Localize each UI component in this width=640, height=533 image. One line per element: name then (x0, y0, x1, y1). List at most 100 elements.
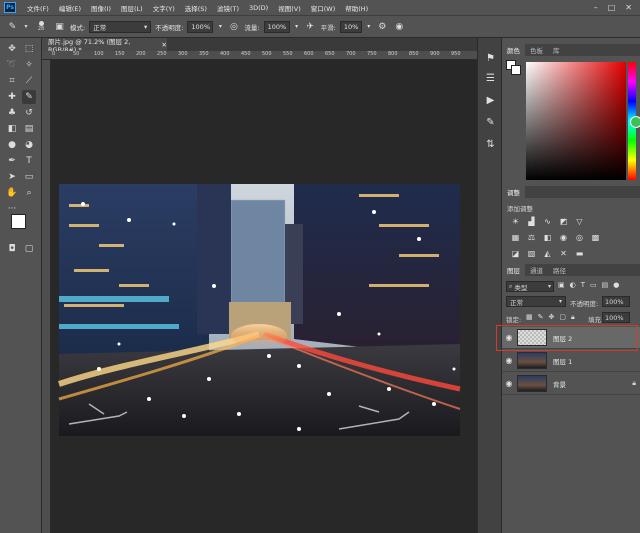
maximize-icon[interactable]: □ (608, 3, 616, 12)
layer-row-layer-1[interactable]: ◉ 图层 1 (502, 350, 640, 372)
marquee-tool-icon[interactable]: ⬚ (22, 42, 36, 56)
fill-input[interactable]: 100% (602, 312, 630, 323)
tab-layers[interactable]: 图层 (502, 264, 525, 276)
exposure-icon[interactable]: ◩ (558, 216, 569, 226)
brush-preset-picker[interactable]: 28 (33, 21, 49, 32)
close-icon[interactable]: ✕ (625, 3, 632, 12)
tab-swatches[interactable]: 色板 (525, 44, 548, 56)
chevron-down-icon[interactable]: ▾ (294, 20, 300, 33)
mode-select[interactable]: 正常 ▾ (89, 20, 152, 33)
document-tab[interactable]: 原片.jpg @ 71.2% (图层 2, RGB/8#) * ✕ (42, 38, 167, 54)
opacity-input[interactable]: 100% (187, 20, 214, 33)
tab-adjustments[interactable]: 调整 (502, 186, 525, 198)
flow-input[interactable]: 100% (263, 20, 290, 33)
chevron-down-icon[interactable]: ▾ (366, 20, 372, 33)
shape-filter-icon[interactable]: ▭ (590, 281, 597, 289)
move-tool-icon[interactable]: ✥ (5, 42, 19, 56)
eraser-tool-icon[interactable]: ◧ (5, 122, 19, 136)
foreground-color-swatch[interactable] (11, 214, 26, 229)
tab-color[interactable]: 颜色 (502, 44, 525, 56)
eye-icon[interactable]: ◉ (502, 356, 516, 365)
gear-icon[interactable]: ⚙ (376, 20, 389, 33)
blur-tool-icon[interactable]: ● (5, 138, 19, 152)
quick-mask-icon[interactable]: ◘ (5, 242, 19, 256)
posterize-icon[interactable]: ▧ (526, 248, 537, 258)
tab-libraries[interactable]: 库 (548, 44, 565, 56)
clone-stamp-tool-icon[interactable]: ♣ (5, 106, 19, 120)
pen-tool-icon[interactable]: ✒ (5, 154, 19, 168)
lock-pixels-icon[interactable]: ✎ (538, 313, 544, 322)
brush-tool-icon[interactable]: ✎ (22, 90, 36, 104)
pixel-filter-icon[interactable]: ▣ (558, 281, 565, 289)
channel-mixer-icon[interactable]: ◎ (574, 232, 585, 242)
smoothing-input[interactable]: 10% (339, 20, 362, 33)
pressure-opacity-icon[interactable]: ◎ (227, 20, 240, 33)
type-tool-icon[interactable]: T (22, 154, 36, 168)
brush-tool-icon[interactable]: ✎ (6, 20, 19, 33)
adjustments-panel-icon[interactable]: ⇅ (484, 138, 497, 151)
color-lookup-icon[interactable]: ▩ (590, 232, 601, 242)
menu-select[interactable]: 选择(S) (180, 3, 212, 13)
photo-filter-icon[interactable]: ◉ (558, 232, 569, 242)
layer-row-background[interactable]: ◉ 背景 🔒︎ (502, 373, 640, 395)
layer-name[interactable]: 图层 1 (553, 356, 572, 366)
layer-filter-select[interactable]: ⌕ 类型 ▾ (506, 281, 554, 292)
screen-mode-icon[interactable]: ▢ (22, 242, 36, 256)
tab-paths[interactable]: 路径 (548, 264, 571, 276)
document-canvas[interactable] (51, 60, 477, 533)
menu-filter[interactable]: 滤镜(T) (212, 3, 244, 13)
close-icon[interactable]: ✕ (162, 41, 167, 49)
menu-edit[interactable]: 编辑(E) (54, 3, 86, 13)
menu-image[interactable]: 图像(I) (86, 3, 116, 13)
layer-opacity-input[interactable]: 100% (602, 296, 630, 307)
menu-type[interactable]: 文字(Y) (148, 3, 180, 13)
brush-panel-icon[interactable]: ✎ (484, 116, 497, 129)
zoom-tool-icon[interactable]: ⌕ (22, 186, 36, 200)
canvas-area[interactable] (51, 60, 477, 533)
menu-help[interactable]: 帮助(H) (340, 3, 373, 13)
eyedropper-tool-icon[interactable]: ⟋ (22, 74, 36, 88)
healing-brush-tool-icon[interactable]: ✚ (5, 90, 19, 104)
menu-window[interactable]: 窗口(W) (306, 3, 341, 13)
curves-icon[interactable]: ∿ (542, 216, 553, 226)
artboard-lock-icon[interactable]: ▢ (559, 313, 566, 322)
chevron-down-icon[interactable]: ▾ (217, 20, 223, 33)
lock-position-icon[interactable]: ✥ (549, 313, 555, 322)
brightness-icon[interactable]: ☀ (510, 216, 521, 226)
layer-name[interactable]: 背景 (553, 379, 566, 389)
airbrush-icon[interactable]: ✈ (304, 20, 317, 33)
crop-tool-icon[interactable]: ⌗ (5, 74, 19, 88)
black-white-icon[interactable]: ◧ (542, 232, 553, 242)
pressure-size-icon[interactable]: ◉ (393, 20, 406, 33)
dodge-tool-icon[interactable]: ◕ (22, 138, 36, 152)
menu-3d[interactable]: 3D(D) (244, 4, 273, 12)
threshold-icon[interactable]: ◭ (542, 248, 553, 258)
hand-tool-icon[interactable]: ✋ (5, 186, 19, 200)
history-panel-icon[interactable]: ⚑ (484, 52, 497, 65)
lock-transparency-icon[interactable]: ▦ (526, 313, 533, 322)
hue-saturation-icon[interactable]: ▦ (510, 232, 521, 242)
adjustment-filter-icon[interactable]: ◐ (570, 281, 576, 289)
gradient-map-icon[interactable]: ▬ (574, 248, 585, 258)
vibrance-icon[interactable]: ▽ (574, 216, 585, 226)
history-brush-tool-icon[interactable]: ↺ (22, 106, 36, 120)
magic-wand-tool-icon[interactable]: ✧ (22, 58, 36, 72)
lasso-tool-icon[interactable]: ➰ (5, 58, 19, 72)
lock-all-icon[interactable]: 🔒︎ (571, 313, 575, 322)
panel-background-swatch[interactable] (511, 65, 521, 75)
properties-panel-icon[interactable]: ☰ (484, 72, 497, 85)
brush-settings-panel-icon[interactable]: ▣ (53, 20, 66, 33)
invert-icon[interactable]: ◪ (510, 248, 521, 258)
menu-view[interactable]: 视图(V) (273, 3, 306, 13)
eye-icon[interactable]: ◉ (502, 379, 516, 388)
actions-panel-icon[interactable]: ▶ (484, 94, 497, 107)
chevron-down-icon[interactable]: ▾ (23, 20, 29, 33)
tab-channels[interactable]: 通道 (525, 264, 548, 276)
color-balance-icon[interactable]: ⚖ (526, 232, 537, 242)
menu-layer[interactable]: 图层(L) (116, 3, 148, 13)
hue-slider-handle[interactable] (630, 116, 640, 128)
levels-icon[interactable]: ▟ (526, 216, 537, 226)
selective-color-icon[interactable]: ✕ (558, 248, 569, 258)
path-selection-tool-icon[interactable]: ➤ (5, 170, 19, 184)
color-picker-field[interactable] (526, 62, 626, 180)
